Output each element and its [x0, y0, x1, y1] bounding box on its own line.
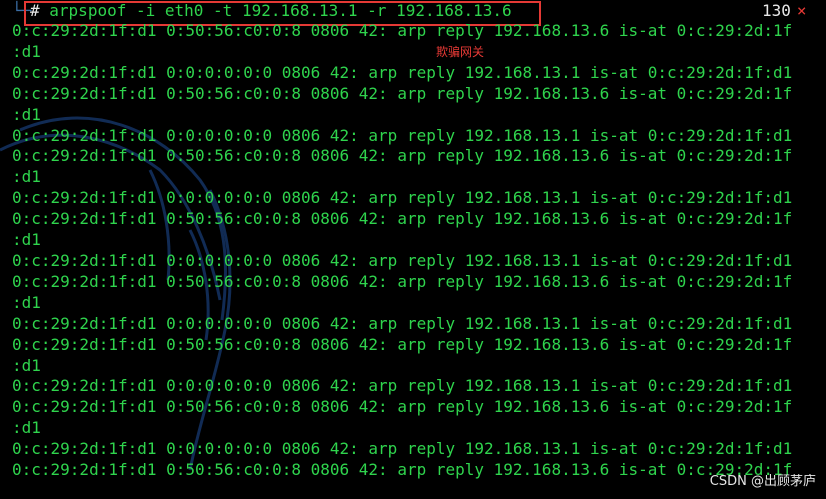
output-line: 0:c:29:2d:1f:d1 0:50:56:c0:0:8 0806 42: … [12, 209, 793, 229]
output-line: :d1 [12, 167, 41, 187]
output-line: 0:c:29:2d:1f:d1 0:50:56:c0:0:8 0806 42: … [12, 397, 793, 417]
annotation-label: 欺骗网关 [436, 45, 485, 59]
output-line: :d1 [12, 41, 41, 61]
output-line: 0:c:29:2d:1f:d1 0:0:0:0:0:0 0806 42: arp… [12, 313, 793, 333]
output-line: :d1 [12, 230, 41, 250]
error-x-icon: × [796, 1, 807, 20]
output-line: 0:c:29:2d:1f:d1 0:0:0:0:0:0 0806 42: arp… [12, 62, 793, 82]
output-line: 0:c:29:2d:1f:d1 0:50:56:c0:0:8 0806 42: … [12, 334, 793, 354]
output-line: 0:c:29:2d:1f:d1 0:0:0:0:0:0 0806 42: arp… [12, 250, 793, 270]
output-line: 0:c:29:2d:1f:d1 0:50:56:c0:0:8 0806 42: … [12, 83, 793, 103]
output-line: 0:c:29:2d:1f:d1 0:0:0:0:0:0 0806 42: arp… [12, 376, 793, 396]
terminal-output: 0:c:29:2d:1f:d1 0:50:56:c0:0:8 0806 42: … [12, 21, 826, 481]
prompt-hash: # [30, 1, 40, 20]
output-line: 0:c:29:2d:1f:d1 0:50:56:c0:0:8 0806 42: … [12, 271, 793, 291]
output-line: :d1 [12, 355, 41, 375]
output-line: 0:c:29:2d:1f:d1 0:50:56:c0:0:8 0806 42: … [12, 146, 793, 166]
exit-status: 130 × [762, 0, 807, 22]
output-line: 0:c:29:2d:1f:d1 0:0:0:0:0:0 0806 42: arp… [12, 188, 793, 208]
output-line: 0:c:29:2d:1f:d1 0:50:56:c0:0:8 0806 42: … [12, 460, 793, 480]
prompt-line: └─ # arpspoof -i eth0 -t 192.168.13.1 -r… [0, 0, 826, 26]
exit-code: 130 [762, 1, 791, 20]
command-text: arpspoof -i eth0 -t 192.168.13.1 -r 192.… [49, 1, 512, 20]
output-line: :d1 [12, 104, 41, 124]
terminal-window[interactable]: └─ # arpspoof -i eth0 -t 192.168.13.1 -r… [0, 0, 826, 499]
watermark: CSDN @出顾茅庐 [709, 474, 816, 489]
output-line: 0:c:29:2d:1f:d1 0:0:0:0:0:0 0806 42: arp… [12, 125, 793, 145]
output-line: 0:c:29:2d:1f:d1 0:0:0:0:0:0 0806 42: arp… [12, 439, 793, 459]
output-line: :d1 [12, 292, 41, 312]
command-line[interactable]: # arpspoof -i eth0 -t 192.168.13.1 -r 19… [30, 0, 512, 22]
output-line: 0:c:29:2d:1f:d1 0:50:56:c0:0:8 0806 42: … [12, 21, 793, 40]
output-line: :d1 [12, 418, 41, 438]
